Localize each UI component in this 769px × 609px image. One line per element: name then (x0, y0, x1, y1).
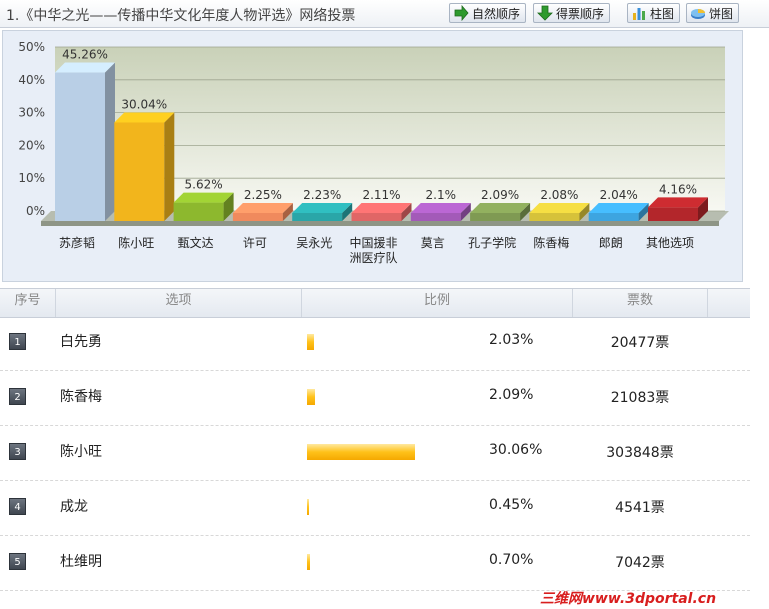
ratio-bar (307, 389, 315, 405)
category-label: 郎朗 (599, 236, 623, 250)
vote-count: 303848票 (606, 445, 674, 461)
table-row: 4 成龙 0.45% 4541票 (0, 481, 750, 536)
vote-count: 4541票 (615, 500, 665, 516)
table-row: 1 白先勇 2.03% 20477票 (0, 316, 750, 371)
bar-chart: 0% 10% 20% 30% 40% 50% 45.26% 30.04% 5.62% 2.25%… (2, 30, 743, 282)
bar-11 (648, 197, 708, 221)
bar-1 (55, 62, 115, 222)
bar-value-label: 2.1% (426, 188, 457, 202)
ratio-percent: 30.06% (489, 442, 543, 458)
bar-value-label: 2.25% (244, 188, 282, 202)
bar-5 (292, 203, 353, 221)
rank-badge: 1 (9, 333, 26, 350)
ratio-percent: 2.09% (489, 387, 534, 403)
category-label: 甄文达 (178, 235, 214, 250)
bar-8 (470, 203, 531, 221)
bar-value-label: 2.09% (481, 188, 519, 202)
arrow-down-icon (537, 5, 553, 21)
ratio-percent: 2.03% (489, 332, 534, 348)
category-label: 许可 (243, 236, 267, 250)
bar-7 (410, 203, 471, 221)
bar-value-label: 4.16% (659, 182, 697, 196)
vote-order-button[interactable]: 得票顺序 (533, 3, 611, 23)
results-table-header: 序号 选项 比例 票数 (0, 288, 750, 318)
y-tick-label: 40% (18, 73, 45, 87)
col-rank-header: 序号 (0, 289, 56, 317)
natural-order-label: 自然顺序 (472, 6, 521, 21)
ratio-percent: 0.45% (489, 497, 534, 513)
ratio-bar (307, 499, 309, 515)
category-label: 莫言 (421, 236, 445, 250)
category-label: 中国援非 (349, 235, 397, 250)
table-row: 3 陈小旺 30.06% 303848票 (0, 426, 750, 481)
category-label: 孔子学院 (468, 235, 516, 250)
bar-10 (588, 203, 649, 221)
option-name: 陈小旺 (60, 444, 102, 460)
col-votes-header: 票数 (573, 289, 708, 317)
y-tick-label: 0% (26, 204, 45, 218)
category-label: 洲医疗队 (349, 250, 397, 265)
option-name: 杜维明 (60, 554, 102, 570)
bar-value-label: 45.26% (62, 48, 108, 62)
col-ratio-header: 比例 (302, 289, 573, 317)
vote-count: 7042票 (615, 555, 665, 571)
rank-badge: 5 (9, 553, 26, 570)
y-tick-label: 50% (18, 40, 45, 54)
category-label: 吴永光 (296, 236, 332, 250)
bar-chart-canvas: 0% 10% 20% 30% 40% 50% 45.26% 30.04% 5.62% 2.25%… (18, 40, 729, 265)
watermark: 三维网www.3dportal.cn (540, 591, 717, 607)
col-option-header: 选项 (56, 289, 302, 317)
category-label: 陈小旺 (118, 235, 154, 250)
option-name: 陈香梅 (60, 389, 102, 405)
y-tick-label: 20% (18, 138, 45, 152)
bar-value-label: 2.04% (600, 188, 638, 202)
poll-header: 1.《中华之光——传播中华文化年度人物评选》网络投票 自然顺序 得票顺序 柱图 … (0, 0, 769, 28)
bar-value-label: 5.62% (185, 178, 223, 192)
bar-value-label: 2.08% (540, 188, 578, 202)
bar-6 (351, 203, 412, 221)
arrow-right-icon (454, 5, 469, 21)
bar-chart-label: 柱图 (650, 6, 675, 21)
category-label: 苏彦韬 (59, 235, 95, 250)
rank-badge: 3 (9, 443, 26, 460)
pie-chart-icon (691, 9, 705, 19)
category-label: 其他选项 (646, 236, 694, 250)
rank-badge: 4 (9, 498, 26, 515)
poll-title: 1.《中华之光——传播中华文化年度人物评选》网络投票 (6, 8, 356, 24)
y-tick-label: 10% (18, 171, 45, 185)
option-name: 成龙 (60, 499, 88, 515)
bar-4 (232, 203, 293, 221)
table-row: 2 陈香梅 2.09% 21083票 (0, 371, 750, 426)
pie-chart-label: 饼图 (709, 6, 734, 21)
ratio-percent: 0.70% (489, 552, 534, 568)
vote-count: 21083票 (610, 390, 670, 406)
ratio-bar (307, 444, 415, 460)
bar-3 (173, 192, 234, 221)
option-name: 白先勇 (60, 334, 102, 350)
rank-badge: 2 (9, 388, 26, 405)
bar-value-label: 30.04% (121, 97, 167, 111)
ratio-bar (307, 554, 310, 570)
bar-chart-button[interactable]: 柱图 (627, 3, 681, 23)
vote-order-label: 得票顺序 (556, 6, 605, 21)
bar-value-label: 2.23% (303, 188, 341, 202)
bar-9 (529, 203, 590, 221)
bar-value-label: 2.11% (362, 188, 400, 202)
vote-count: 20477票 (610, 335, 670, 351)
pie-chart-button[interactable]: 饼图 (686, 3, 740, 23)
ratio-bar (307, 334, 314, 350)
y-tick-label: 30% (18, 106, 45, 120)
bar-chart-icon (633, 8, 645, 20)
table-row: 5 杜维明 0.70% 7042票 (0, 536, 750, 591)
natural-order-button[interactable]: 自然顺序 (449, 3, 527, 23)
bar-2 (114, 112, 175, 221)
category-label: 陈香梅 (533, 235, 569, 250)
